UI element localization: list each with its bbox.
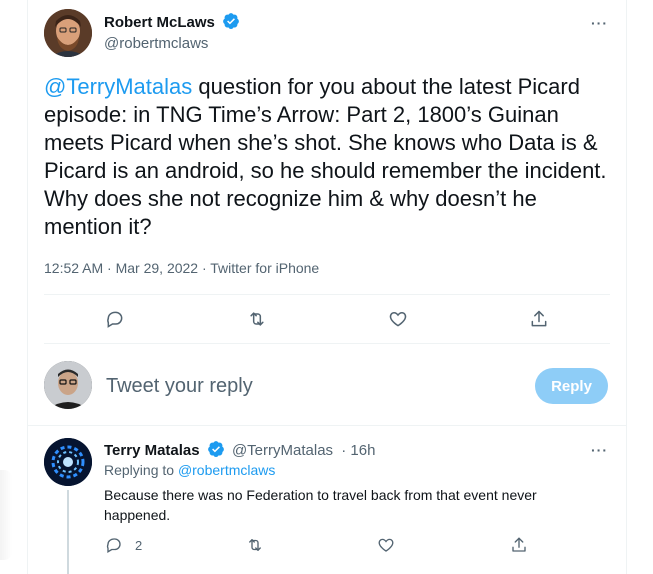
reply-author-avatar[interactable]	[44, 438, 92, 486]
author-name-text[interactable]: Robert McLaws	[104, 14, 215, 31]
replying-to: Replying to @robertmclaws	[104, 462, 275, 478]
like-icon	[389, 311, 407, 327]
thread-line	[67, 490, 69, 574]
reply-input[interactable]: Tweet your reply	[106, 375, 253, 398]
like-icon	[378, 538, 394, 552]
reply-body: Because there was no Federation to trave…	[104, 487, 537, 523]
share-button[interactable]	[529, 309, 549, 329]
replying-prefix: Replying to	[104, 462, 178, 478]
retweet-icon	[250, 312, 264, 326]
tweet-body: @TerryMatalas question for you about the…	[44, 73, 614, 241]
reply-like-button[interactable]	[377, 536, 395, 554]
reply-submit-button[interactable]: Reply	[535, 368, 608, 404]
replying-to-link[interactable]: @robertmclaws	[178, 462, 275, 478]
reply-share-button[interactable]	[510, 536, 528, 554]
reply-author-name[interactable]: Terry Matalas	[104, 442, 200, 459]
reply-icon	[107, 311, 123, 328]
reply-reply-button[interactable]: 2	[105, 536, 142, 554]
reply-count: 2	[135, 537, 143, 553]
tweet-meta[interactable]: 12:52 AM · Mar 29, 2022 · Twitter for iP…	[44, 260, 319, 276]
divider	[27, 425, 627, 426]
side-edge	[0, 470, 12, 560]
divider	[44, 294, 610, 295]
reply-icon	[106, 538, 121, 553]
share-icon	[512, 537, 526, 552]
reply-time[interactable]: · 16h	[341, 442, 375, 459]
like-button[interactable]	[388, 309, 408, 329]
more-icon[interactable]: ···	[591, 15, 608, 31]
author-avatar[interactable]	[44, 9, 92, 57]
reply-author[interactable]: Terry Matalas @TerryMatalas · 16h	[104, 440, 375, 459]
share-icon	[531, 310, 547, 327]
verified-badge-icon	[207, 441, 224, 457]
mention-link[interactable]: @TerryMatalas	[44, 74, 192, 99]
author-handle[interactable]: @robertmclaws	[104, 35, 208, 52]
more-icon[interactable]: ···	[591, 442, 608, 458]
retweet-icon	[249, 539, 261, 551]
verified-badge-icon	[223, 13, 239, 29]
user-avatar[interactable]	[44, 361, 92, 409]
retweet-button[interactable]	[247, 309, 267, 329]
author-name[interactable]: Robert McLaws	[104, 12, 240, 31]
reply-retweet-button[interactable]	[246, 536, 264, 554]
reply-author-handle[interactable]: @TerryMatalas	[232, 442, 333, 459]
reply-button[interactable]	[105, 309, 125, 329]
divider	[44, 343, 610, 344]
